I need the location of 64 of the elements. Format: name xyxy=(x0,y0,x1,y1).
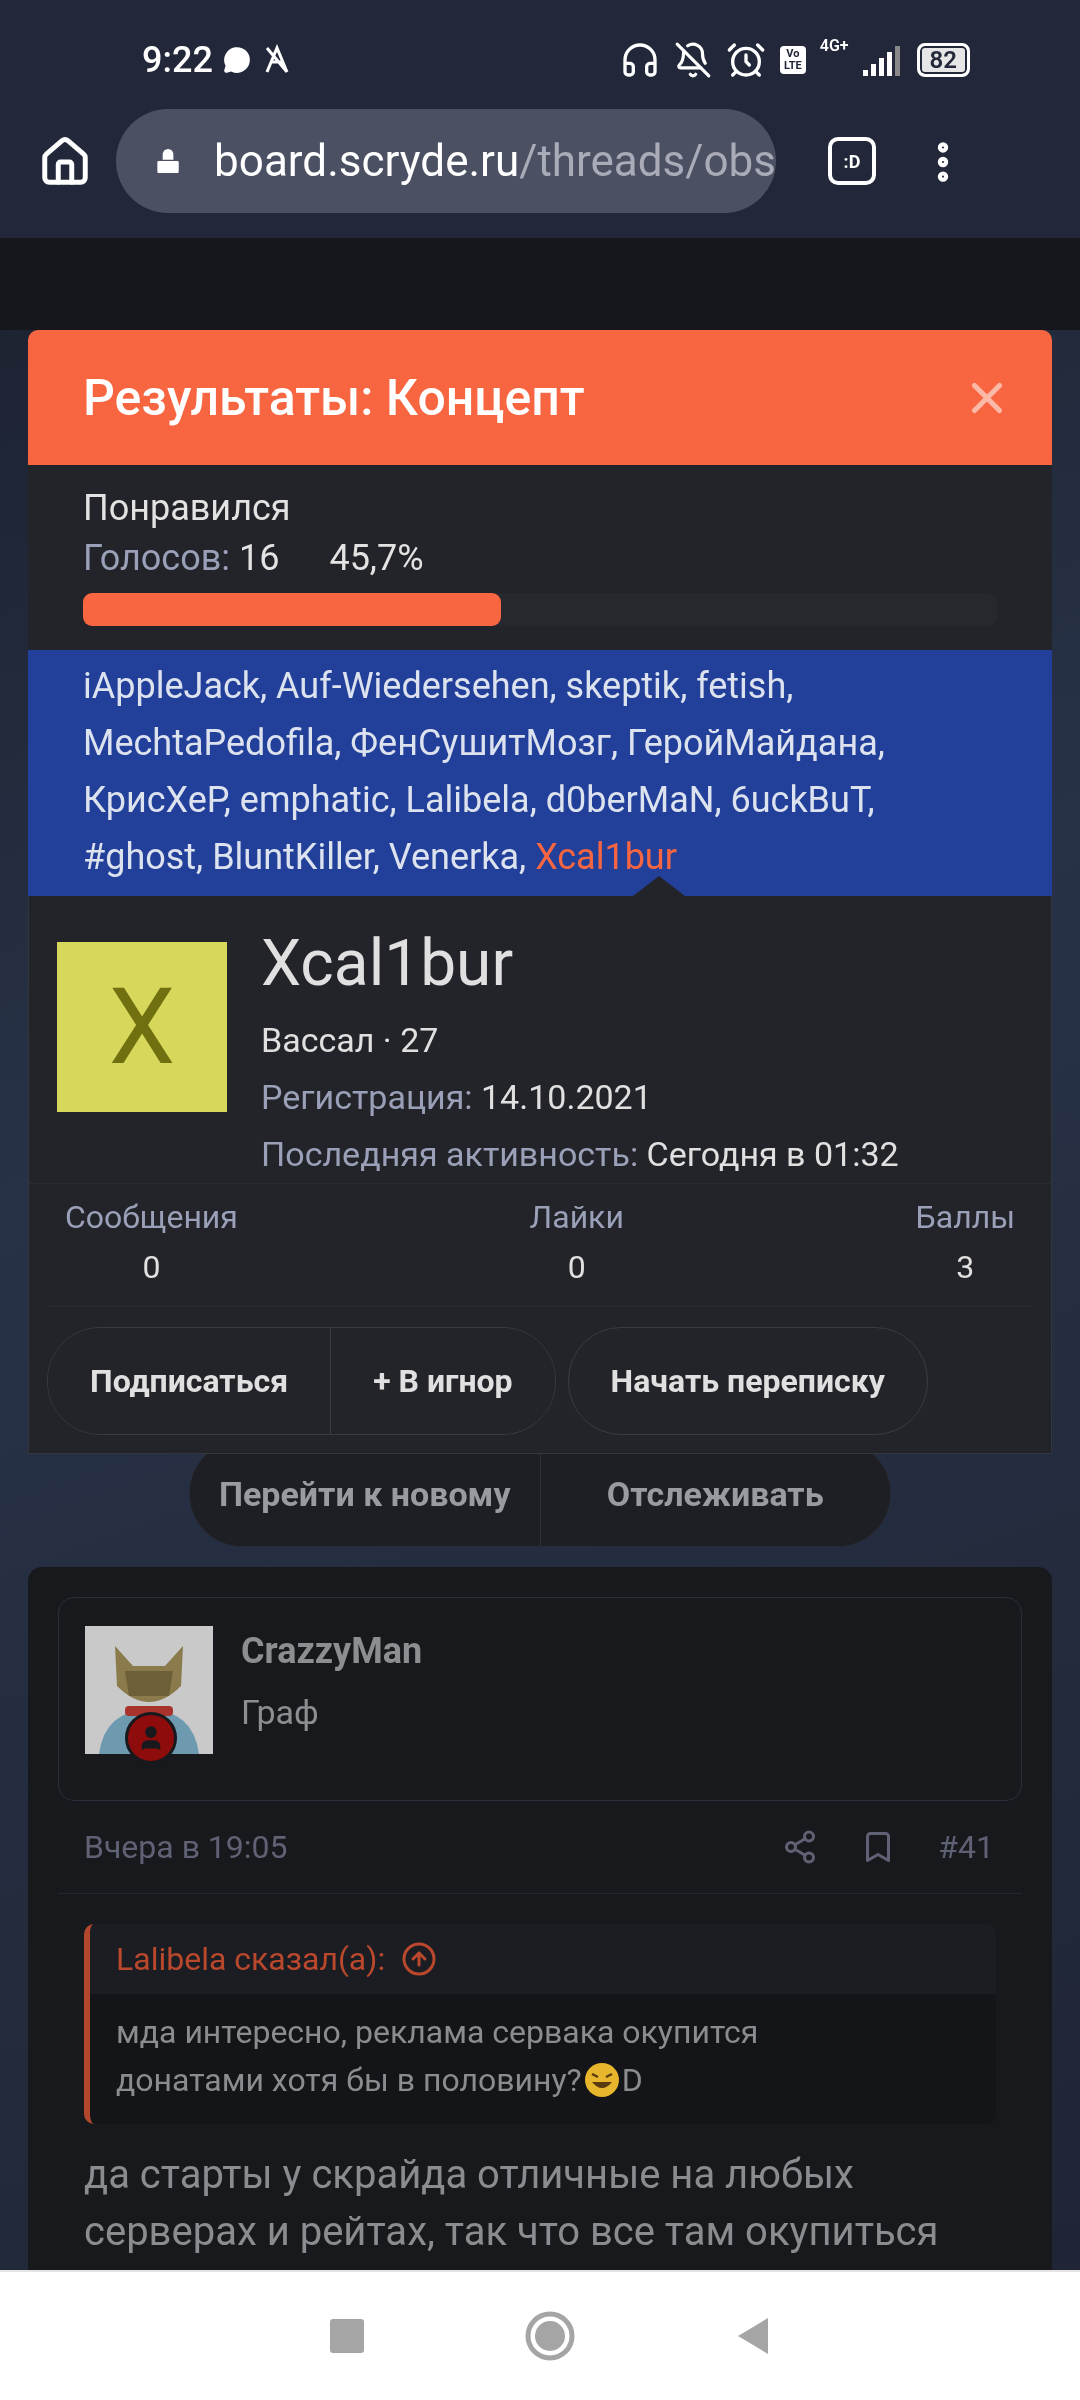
signal-icon xyxy=(862,44,903,76)
network-type: 4G+ xyxy=(819,36,849,55)
registration-date: Регистрация: 14.10.2021 xyxy=(261,1076,653,1119)
clock: 9:22 xyxy=(142,39,213,81)
stat-value: 3 xyxy=(956,1248,975,1286)
jump-up-button[interactable] xyxy=(401,1941,438,1977)
list-comma: , xyxy=(714,779,722,821)
voter-link[interactable]: iAppleJack xyxy=(83,665,261,707)
list-comma: , xyxy=(529,779,537,821)
vote-count: Голосов: 16 xyxy=(83,537,280,579)
last-activity: Последняя активность: Сегодня в 01:32 xyxy=(261,1133,899,1176)
list-comma: , xyxy=(549,665,557,707)
headphones-icon xyxy=(620,40,660,80)
profile-name[interactable]: Xcal1bur xyxy=(261,916,899,1012)
voter-link[interactable]: skeptik xyxy=(565,665,681,707)
voter-link[interactable]: ФенСушитМозг xyxy=(350,722,611,764)
stat-label: Сообщения xyxy=(65,1198,238,1236)
bell-off-icon xyxy=(674,41,712,79)
list-comma: , xyxy=(680,665,688,707)
stat-value: 0 xyxy=(567,1248,586,1286)
quote-text: мда интересно, реклама сервака окупится xyxy=(116,2012,759,2053)
home-nav-button[interactable] xyxy=(524,2310,576,2362)
volte-badge: Vo LTE xyxy=(780,46,806,74)
list-comma: , xyxy=(196,836,204,878)
quote-text: донатами хотя бы в половину? xyxy=(116,2060,582,2101)
chat-bubble-icon xyxy=(222,46,251,74)
list-comma: , xyxy=(260,665,268,707)
voter-link[interactable]: d0berMaN xyxy=(545,779,715,821)
voter-link[interactable]: MechtaPedofila xyxy=(83,722,335,764)
alarm-icon xyxy=(726,40,766,80)
list-comma: , xyxy=(877,722,885,764)
voter-link[interactable]: 6uckBuT xyxy=(730,779,868,821)
stat-label: Баллы xyxy=(915,1198,1015,1236)
vote-percent: 45,7% xyxy=(329,537,424,579)
option-label: Понравился xyxy=(83,487,292,529)
voter-link[interactable]: Auf-Wiedersehen xyxy=(276,665,550,707)
ignore-button[interactable]: + В игнор xyxy=(330,1328,555,1434)
quote-text-tail: D xyxy=(621,2060,643,2101)
profile-rank: Вассал · 27 xyxy=(261,1019,440,1062)
battery-indicator: 82 xyxy=(916,43,970,77)
tabs-button[interactable]: :D xyxy=(828,137,876,185)
address-bar[interactable]: board.scryde.ru/threads/obs xyxy=(116,109,776,213)
voter-link[interactable]: КрисХеР xyxy=(83,779,224,821)
voter-link[interactable]: Venerka xyxy=(388,836,520,878)
stat-value: 0 xyxy=(142,1248,161,1286)
post-text: да старты у скрайда отличные на любых серверах и рейтах, так что все там окупиться xyxy=(84,2150,940,2257)
author-name[interactable]: CrazzyMan xyxy=(241,1630,423,1672)
list-comma: , xyxy=(334,722,342,764)
author-role: Граф xyxy=(241,1692,320,1732)
voter-link[interactable]: ГеройМайдана xyxy=(627,722,878,764)
dialog-title: Результаты: Концепт xyxy=(83,368,586,427)
list-comma: , xyxy=(610,722,619,764)
voter-link[interactable]: Lalibela xyxy=(405,779,530,821)
voter-link[interactable]: BluntKiller xyxy=(212,836,373,878)
voter-link[interactable]: fetish xyxy=(696,665,787,707)
back-button[interactable] xyxy=(736,2316,770,2356)
list-comma: , xyxy=(519,836,527,878)
url-text: board.scryde.ru/threads/obs xyxy=(214,135,776,187)
voter-link[interactable]: #ghost xyxy=(83,836,197,878)
list-comma: , xyxy=(786,665,794,707)
voter-link[interactable]: emphatic xyxy=(239,779,390,821)
stat-label: Лайки xyxy=(529,1198,624,1236)
message-button[interactable]: Начать переписку xyxy=(567,1327,928,1435)
list-comma: , xyxy=(389,779,397,821)
